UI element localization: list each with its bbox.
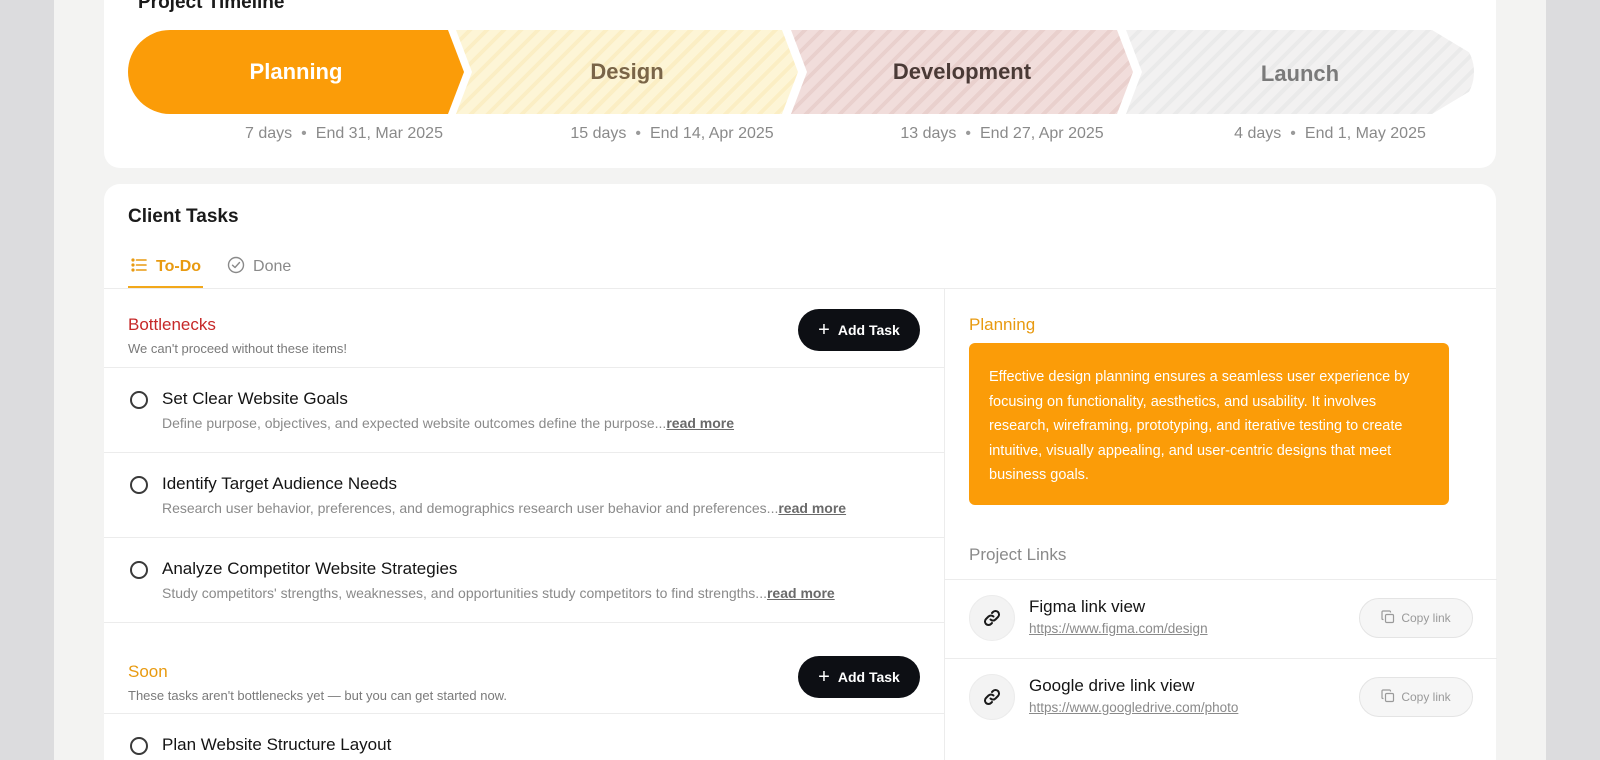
project-link-figma: Figma link view https://www.figma.com/de… xyxy=(969,589,1473,649)
stage-meta-development: 13 days • End 27, Apr 2025 xyxy=(834,125,1170,143)
task-tabs: To-Do Done xyxy=(128,248,315,288)
stage-duration: 7 days xyxy=(245,125,293,142)
project-links-title: Project Links xyxy=(969,545,1067,564)
bottlenecks-header: Bottlenecks We can't proceed without the… xyxy=(128,315,347,356)
section-subtitle: These tasks aren't bottlenecks yet — but… xyxy=(128,688,507,703)
stage-launch[interactable]: Launch xyxy=(1126,30,1474,114)
separator-dot: • xyxy=(301,125,307,142)
soon-header: Soon These tasks aren't bottlenecks yet … xyxy=(128,662,507,703)
add-task-button[interactable]: + Add Task xyxy=(798,656,920,698)
client-tasks-title: Client Tasks xyxy=(128,206,239,227)
link-name: Figma link view xyxy=(1029,597,1146,616)
stage-end-date: End 14, Apr 2025 xyxy=(650,125,774,142)
divider xyxy=(104,452,944,453)
plus-icon: + xyxy=(818,319,830,341)
task-checkbox[interactable] xyxy=(130,476,148,494)
stage-planning[interactable]: Planning xyxy=(128,30,464,114)
stage-development[interactable]: Development xyxy=(791,30,1133,114)
section-subtitle: We can't proceed without these items! xyxy=(128,341,348,356)
task-title: Identify Target Audience Needs xyxy=(162,474,398,493)
divider xyxy=(945,579,1497,580)
stage-label: Design xyxy=(590,59,664,84)
stage-end-date: End 27, Apr 2025 xyxy=(980,125,1104,142)
project-link-google-drive: Google drive link view https://www.googl… xyxy=(969,668,1473,728)
stage-duration: 15 days xyxy=(570,125,627,142)
button-label: Add Task xyxy=(837,322,900,338)
client-tasks-card: Client Tasks To-Do Done Bottlenecks We c… xyxy=(104,184,1497,760)
link-name: Google drive link view xyxy=(1029,676,1195,695)
task-title: Plan Website Structure Layout xyxy=(162,735,392,754)
tab-done[interactable]: Done xyxy=(225,248,293,286)
tab-label: To-Do xyxy=(156,258,202,275)
section-title: Soon xyxy=(128,662,168,681)
button-label: Copy link xyxy=(1401,611,1451,625)
divider xyxy=(104,622,944,623)
link-url[interactable]: https://www.googledrive.com/photo xyxy=(1029,700,1238,715)
task-checkbox[interactable] xyxy=(130,737,148,755)
stage-design[interactable]: Design xyxy=(456,30,798,114)
planning-info-column: Planning Effective design planning ensur… xyxy=(944,289,1497,760)
plus-icon: + xyxy=(818,666,830,688)
read-more-link[interactable]: read more xyxy=(778,500,846,516)
link-icon xyxy=(969,595,1015,641)
task-description: Study competitors' strengths, weaknesses… xyxy=(162,585,835,601)
check-circle-icon xyxy=(227,256,245,279)
copy-icon xyxy=(1381,688,1395,706)
divider xyxy=(104,713,944,714)
project-timeline-card: Project Timeline Planning Design Develop… xyxy=(104,0,1496,168)
task-list-column: Bottlenecks We can't proceed without the… xyxy=(104,289,944,760)
task-item: Plan Website Structure Layout xyxy=(128,731,918,760)
copy-icon xyxy=(1381,609,1395,627)
read-more-link[interactable]: read more xyxy=(767,585,835,601)
stage-end-date: End 31, Mar 2025 xyxy=(315,125,443,142)
button-label: Add Task xyxy=(837,669,900,685)
stage-meta-launch: 4 days • End 1, May 2025 xyxy=(1162,125,1498,143)
divider xyxy=(945,658,1497,659)
link-icon xyxy=(969,674,1015,720)
task-title: Set Clear Website Goals xyxy=(162,389,348,408)
divider xyxy=(104,537,944,538)
stage-duration: 4 days xyxy=(1234,125,1282,142)
add-task-button[interactable]: + Add Task xyxy=(798,309,920,351)
stage-end-date: End 1, May 2025 xyxy=(1304,125,1426,142)
task-item: Analyze Competitor Website Strategies St… xyxy=(128,555,918,615)
stage-meta-planning: 7 days • End 31, Mar 2025 xyxy=(176,125,512,143)
planning-description: Effective design planning ensures a seam… xyxy=(969,343,1449,505)
task-checkbox[interactable] xyxy=(130,391,148,409)
task-item: Identify Target Audience Needs Research … xyxy=(128,470,918,530)
read-more-link[interactable]: read more xyxy=(666,415,734,431)
separator-dot: • xyxy=(965,125,971,142)
divider xyxy=(104,367,944,368)
stage-meta-design: 15 days • End 14, Apr 2025 xyxy=(504,125,840,143)
separator-dot: • xyxy=(635,125,641,142)
timeline-title: Project Timeline xyxy=(138,0,285,13)
stage-label: Planning xyxy=(249,59,343,84)
list-icon xyxy=(130,256,148,279)
task-description: Define purpose, objectives, and expected… xyxy=(162,415,735,431)
copy-link-button[interactable]: Copy link xyxy=(1359,677,1473,717)
stage-label: Development xyxy=(892,59,1032,84)
tab-todo[interactable]: To-Do xyxy=(128,248,204,288)
task-description: Research user behavior, preferences, and… xyxy=(162,500,847,516)
copy-link-button[interactable]: Copy link xyxy=(1359,598,1473,638)
button-label: Copy link xyxy=(1401,690,1451,704)
stage-label: Launch xyxy=(1260,61,1340,86)
separator-dot: • xyxy=(1290,125,1296,142)
link-url[interactable]: https://www.figma.com/design xyxy=(1029,621,1208,636)
planning-title: Planning xyxy=(969,315,1036,334)
tab-label: Done xyxy=(253,258,292,275)
page: Project Timeline Planning Design Develop… xyxy=(54,0,1546,760)
section-title: Bottlenecks xyxy=(128,315,216,334)
task-checkbox[interactable] xyxy=(130,561,148,579)
stage-duration: 13 days xyxy=(900,125,957,142)
timeline-stages: Planning Design Development Launch xyxy=(128,30,1474,114)
task-item: Set Clear Website Goals Define purpose, … xyxy=(128,385,918,445)
task-title: Analyze Competitor Website Strategies xyxy=(162,559,458,578)
